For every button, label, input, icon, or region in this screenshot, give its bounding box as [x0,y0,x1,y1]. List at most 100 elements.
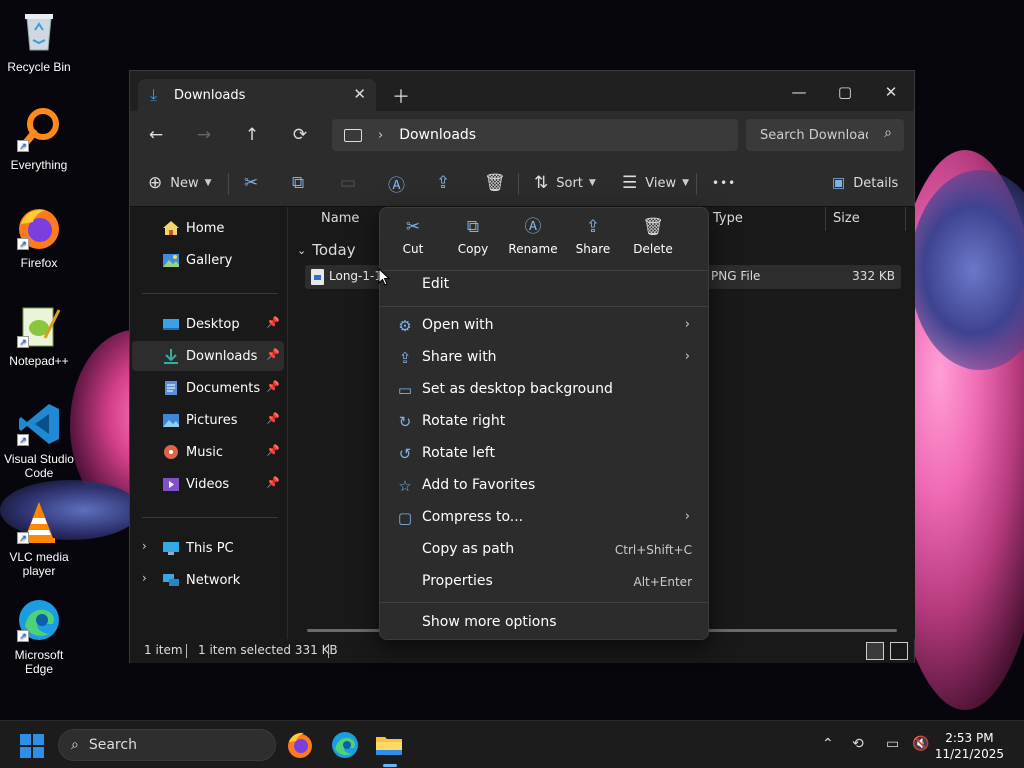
shortcut-arrow-icon: ↗ [17,434,29,446]
sidebar-item-pictures[interactable]: Pictures 📌 [132,405,284,435]
quick-action-share[interactable]: ⇪ Share [564,216,622,266]
column-divider[interactable] [825,207,826,231]
search-input[interactable] [760,127,868,143]
pin-icon[interactable]: 📌 [266,444,280,457]
quick-action-cut[interactable]: ✂ Cut [384,216,442,266]
pin-icon[interactable]: 📌 [266,476,280,489]
sidebar-item-this-pc[interactable]: › This PC [132,533,284,563]
group-label: Today [312,241,356,259]
menu-item-properties[interactable]: Properties Alt+Enter [384,567,704,597]
menu-item-share-with[interactable]: ⇪ Share with › [384,343,704,373]
pin-icon[interactable]: 📌 [266,348,280,361]
volume-muted-icon[interactable]: 🔇 [912,736,929,752]
quick-action-rename[interactable]: Ⓐ Rename [504,216,562,266]
menu-item-compress-to[interactable]: ▢ Compress to... › [384,503,704,533]
search-icon[interactable]: ⌕ [884,125,892,141]
desktop-icon-vscode[interactable]: ↗ Visual Studio Code [1,400,77,480]
menu-item-set-desktop-background[interactable]: ▭ Set as desktop background [384,375,704,405]
system-clock[interactable]: 2:53 PM 11/21/2025 [935,730,1004,762]
column-header-size[interactable]: Size [833,211,860,226]
close-tab-icon[interactable]: ✕ [353,85,366,103]
chevron-right-icon[interactable]: › [142,539,147,553]
share-button[interactable]: ⇪ [436,171,450,195]
new-tab-button[interactable]: ＋ [392,83,410,109]
sidebar-item-desktop[interactable]: Desktop 📌 [132,309,284,339]
display-icon[interactable]: ▭ [886,736,899,752]
taskbar-edge[interactable] [329,729,361,761]
view-button[interactable]: ☰ View ▼ [622,171,689,195]
this-pc-icon[interactable] [344,128,362,142]
file-size: 332 KB [852,269,895,283]
group-header-today[interactable]: ⌄ Today [297,241,356,259]
back-button[interactable]: ← [144,124,168,148]
taskbar-firefox[interactable] [284,729,316,761]
sidebar-item-home[interactable]: Home [132,213,284,243]
chevron-right-icon[interactable]: › [378,128,383,143]
taskbar-file-explorer[interactable] [373,729,405,767]
sidebar-item-documents[interactable]: Documents 📌 [132,373,284,403]
menu-item-show-more-options[interactable]: Show more options [384,608,704,638]
desktop-icon-vlc[interactable]: ↗ VLC media player [1,498,77,578]
pin-icon[interactable]: 📌 [266,380,280,393]
desktop-icon-recycle-bin[interactable]: Recycle Bin [1,8,77,74]
windows-logo-icon [20,734,31,745]
column-divider[interactable] [905,207,906,231]
quick-action-label: Share [575,242,611,256]
desktop-icon-everything[interactable]: ↗ Everything [1,106,77,172]
details-label: Details [853,175,899,191]
quick-action-copy[interactable]: ⧉ Copy [444,216,502,266]
search-box[interactable]: ⌕ [746,119,904,151]
paste-button[interactable]: ▭ [340,171,356,195]
pin-icon[interactable]: 📌 [266,412,280,425]
refresh-button[interactable]: ⟳ [288,124,312,148]
menu-item-rotate-left[interactable]: ↺ Rotate left [384,439,704,469]
taskbar-search[interactable]: ⌕ Search [58,729,276,761]
menu-item-add-to-favorites[interactable]: ☆ Add to Favorites [384,471,704,501]
sidebar-item-network[interactable]: › Network [132,565,284,595]
menu-item-edit[interactable]: Edit [384,270,704,300]
new-button[interactable]: ⊕ New ▼ [148,171,212,195]
chevron-right-icon[interactable]: › [142,571,147,585]
sidebar-item-gallery[interactable]: Gallery [132,245,284,275]
more-options-button[interactable]: ••• [712,171,736,195]
tiles-view-icon[interactable] [890,642,908,660]
show-hidden-icons-button[interactable]: ⌃ [822,736,834,752]
sidebar-item-music[interactable]: Music 📌 [132,437,284,467]
delete-button[interactable]: 🗑 [484,171,506,195]
trash-icon: 🗑 [642,217,664,237]
tab-downloads[interactable]: ⤓ Downloads ✕ [138,79,376,111]
menu-item-copy-as-path[interactable]: Copy as path Ctrl+Shift+C [384,535,704,565]
details-pane-button[interactable]: ▣ Details [832,171,898,195]
breadcrumb-downloads[interactable]: Downloads [399,127,476,143]
minimize-button[interactable]: — [776,77,822,107]
rename-button[interactable]: Ⓐ [388,171,405,196]
menu-item-label: Show more options [422,614,557,630]
close-window-button[interactable]: ✕ [868,77,914,107]
start-button[interactable] [20,734,44,758]
downloads-folder-icon [164,349,178,364]
desktop-icon-edge[interactable]: ↗ Microsoft Edge [1,596,77,676]
desktop-icon-firefox[interactable]: ↗ Firefox [1,204,77,270]
cut-button[interactable]: ✂ [244,171,258,195]
menu-item-open-with[interactable]: ⚙ Open with › [384,311,704,341]
up-button[interactable]: ↑ [240,124,264,148]
forward-button[interactable]: → [192,124,216,148]
column-header-name[interactable]: Name [321,211,359,226]
copy-button[interactable]: ⧉ [292,171,304,195]
details-view-icon[interactable] [866,642,884,660]
edge-icon [332,732,358,758]
sidebar-item-videos[interactable]: Videos 📌 [132,469,284,499]
menu-item-rotate-right[interactable]: ↻ Rotate right [384,407,704,437]
address-bar[interactable]: › Downloads [332,119,738,151]
sync-status-icon[interactable]: ⟲ [852,736,864,752]
divider [142,293,278,294]
quick-action-delete[interactable]: 🗑 Delete [624,216,682,266]
column-header-type[interactable]: Type [713,211,743,226]
sort-button[interactable]: ⇅ Sort ▼ [534,171,596,195]
menu-item-label: Properties [422,573,493,589]
chevron-down-icon[interactable]: ⌄ [297,244,306,257]
maximize-button[interactable]: ▢ [822,77,868,107]
pin-icon[interactable]: 📌 [266,316,280,329]
sidebar-item-downloads[interactable]: Downloads 📌 [132,341,284,371]
desktop-icon-notepad-plus-plus[interactable]: ↗ Notepad++ [1,302,77,368]
